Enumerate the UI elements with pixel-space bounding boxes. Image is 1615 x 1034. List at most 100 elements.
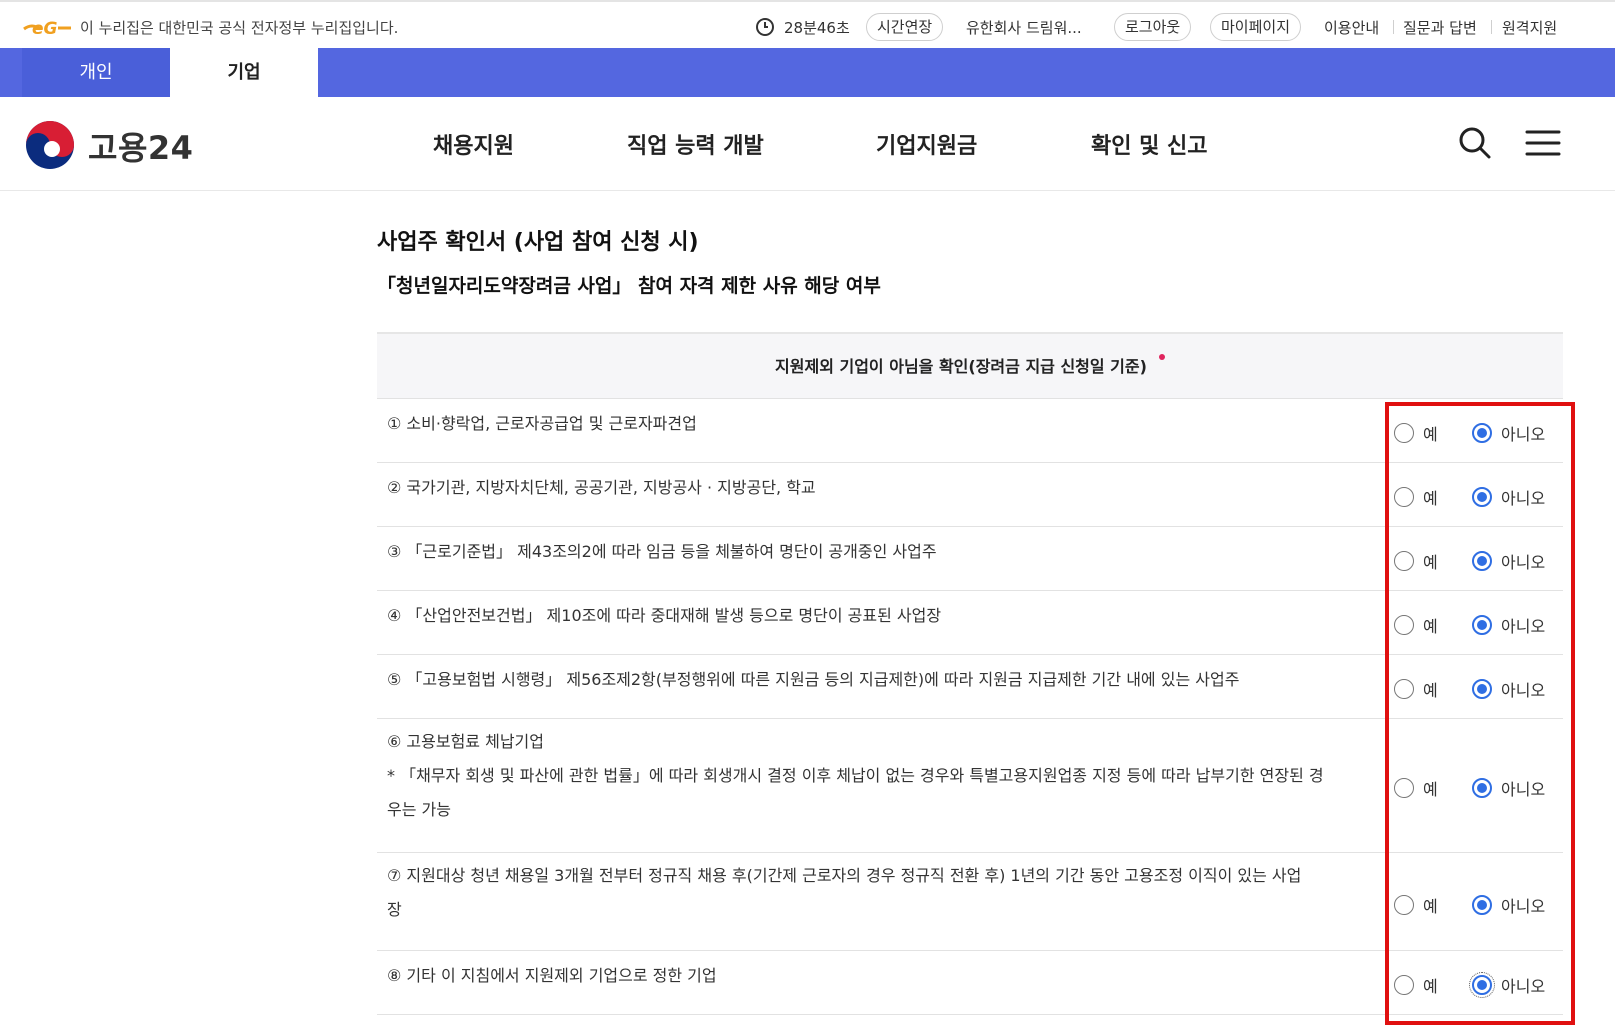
table-row: ⑧ 기타 이 지침에서 지원제외 기업으로 정한 기업 예 아니오	[377, 951, 1563, 1015]
radio-option-no[interactable]: 아니오	[1472, 776, 1545, 800]
search-icon[interactable]	[1455, 123, 1495, 163]
radio-option-no[interactable]: 아니오	[1469, 972, 1546, 998]
timer-text: 28분46초	[784, 18, 850, 37]
page-subtitle: 「청년일자리도약장려금 사업」 참여 자격 제한 사유 해당 여부	[377, 275, 881, 297]
extend-session-button[interactable]: 시간연장	[866, 13, 944, 41]
criterion-text: * 「채무자 회생 및 파산에 관한 법률」에 따라 회생개시 결정 이후 체납…	[387, 766, 1324, 785]
radio-yes-icon[interactable]	[1394, 895, 1414, 915]
session-timer: 28분46초	[755, 13, 850, 41]
utility-bar: eG 이 누리집은 대한민국 공식 전자정부 누리집입니다. 28분46초 시간…	[0, 0, 1615, 48]
criterion-text: ⑤ 「고용보험법 시행령」 제56조제2항(부정행위에 따른 지원금 등의 지급…	[387, 670, 1240, 689]
radio-no-icon[interactable]	[1469, 972, 1495, 998]
table-row: ④ 「산업안전보건법」 제10조에 따라 중대재해 발생 등으로 명단이 공표된…	[377, 591, 1563, 655]
radio-no-label: 아니오	[1501, 489, 1546, 508]
yes-no-radio-group: 예 아니오	[1394, 972, 1546, 998]
radio-yes-icon[interactable]	[1394, 487, 1414, 507]
radio-option-yes[interactable]: 예	[1394, 776, 1472, 800]
radio-option-yes[interactable]: 예	[1394, 677, 1472, 701]
radio-no-label: 아니오	[1501, 780, 1546, 799]
radio-option-yes[interactable]: 예	[1394, 613, 1472, 637]
egov-logo-icon: eG	[23, 19, 71, 39]
table-header: 지원제외 기업이 아님을 확인(장려금 지급 신청일 기준)	[377, 334, 1563, 399]
logout-button[interactable]: 로그아웃	[1114, 13, 1192, 41]
criterion-text: ③ 「근로기준법」 제43조의2에 따라 임금 등을 체불하여 명단이 공개중인…	[387, 542, 937, 561]
radio-no-icon[interactable]	[1472, 615, 1492, 635]
nav-confirm-report[interactable]: 확인 및 신고	[1091, 128, 1208, 160]
radio-no-label: 아니오	[1501, 681, 1546, 700]
radio-option-yes[interactable]: 예	[1394, 549, 1472, 573]
criterion-text: ⑦ 지원대상 청년 채용일 3개월 전부터 정규직 채용 후(기간제 근로자의 …	[387, 866, 1302, 885]
yes-no-radio-group: 예 아니오	[1394, 677, 1545, 701]
table-row: ① 소비·향락업, 근로자공급업 및 근로자파견업 예 아니오	[377, 399, 1563, 463]
radio-yes-icon[interactable]	[1394, 778, 1414, 798]
nav-subsidy[interactable]: 기업지원금	[876, 128, 977, 160]
svg-text:eG: eG	[32, 19, 58, 39]
table-row: ⑦ 지원대상 청년 채용일 3개월 전부터 정규직 채용 후(기간제 근로자의 …	[377, 853, 1563, 951]
criterion-text: ① 소비·향락업, 근로자공급업 및 근로자파견업	[387, 414, 697, 433]
table-body: ① 소비·향락업, 근로자공급업 및 근로자파견업 예 아니오 ② 국가기관, 지방자…	[377, 399, 1563, 1015]
radio-option-yes[interactable]: 예	[1394, 973, 1472, 997]
radio-no-label: 아니오	[1501, 617, 1546, 636]
required-marker	[1158, 354, 1165, 360]
criterion-text: ⑥ 고용보험료 체납기업	[387, 732, 544, 751]
radio-yes-icon[interactable]	[1394, 551, 1414, 571]
page-title: 사업주 확인서 (사업 참여 신청 시)	[377, 230, 699, 255]
radio-no-icon[interactable]	[1472, 423, 1492, 443]
radio-option-no[interactable]: 아니오	[1472, 549, 1545, 573]
tab-personal[interactable]: 개인	[22, 48, 170, 97]
radio-yes-label: 예	[1423, 681, 1438, 700]
radio-yes-icon[interactable]	[1394, 679, 1414, 699]
radio-yes-label: 예	[1423, 553, 1438, 572]
radio-yes-icon[interactable]	[1394, 423, 1414, 443]
radio-yes-label: 예	[1423, 977, 1438, 996]
nav-recruitment[interactable]: 채용지원	[433, 128, 514, 160]
radio-no-icon[interactable]	[1472, 778, 1492, 798]
help-guide-link[interactable]: 이용안내	[1324, 13, 1379, 41]
tab-business[interactable]: 기업	[170, 48, 318, 97]
radio-yes-label: 예	[1423, 897, 1438, 916]
yes-no-radio-group: 예 아니오	[1394, 613, 1545, 637]
criterion-text: 우는 가능	[387, 800, 451, 819]
divider	[1491, 20, 1492, 34]
radio-option-no[interactable]: 아니오	[1472, 485, 1545, 509]
criterion-text: ② 국가기관, 지방자치단체, 공공기관, 지방공사 · 지방공단, 학교	[387, 478, 816, 497]
radio-no-label: 아니오	[1501, 425, 1546, 444]
radio-no-icon[interactable]	[1472, 487, 1492, 507]
criterion-text: ⑧ 기타 이 지침에서 지원제외 기업으로 정한 기업	[387, 966, 717, 985]
mypage-button[interactable]: 마이페이지	[1210, 13, 1302, 41]
radio-option-no[interactable]: 아니오	[1472, 613, 1545, 637]
radio-option-yes[interactable]: 예	[1394, 421, 1472, 445]
radio-no-label: 아니오	[1501, 553, 1546, 572]
menu-icon[interactable]	[1523, 123, 1563, 163]
radio-option-no[interactable]: 아니오	[1472, 893, 1545, 917]
radio-yes-icon[interactable]	[1394, 615, 1414, 635]
radio-option-yes[interactable]: 예	[1394, 485, 1472, 509]
divider	[1393, 20, 1394, 34]
radio-no-label: 아니오	[1501, 977, 1546, 996]
radio-yes-label: 예	[1423, 425, 1438, 444]
yes-no-radio-group: 예 아니오	[1394, 421, 1545, 445]
radio-no-icon[interactable]	[1472, 895, 1492, 915]
radio-option-no[interactable]: 아니오	[1472, 677, 1545, 701]
company-name-link[interactable]: 유한회사 드림워...	[966, 13, 1082, 41]
user-type-tabbar: 개인 기업	[0, 48, 1615, 97]
taegeuk-logo-icon[interactable]	[24, 119, 76, 171]
qna-link[interactable]: 질문과 답변	[1403, 13, 1477, 41]
radio-no-label: 아니오	[1501, 897, 1546, 916]
radio-no-icon[interactable]	[1472, 551, 1492, 571]
radio-yes-label: 예	[1423, 617, 1438, 636]
criterion-text: ④ 「산업안전보건법」 제10조에 따라 중대재해 발생 등으로 명단이 공표된…	[387, 606, 942, 625]
radio-yes-label: 예	[1423, 780, 1438, 799]
main-header: 고용24 채용지원 직업 능력 개발 기업지원금 확인 및 신고	[0, 97, 1615, 191]
table-row: ③ 「근로기준법」 제43조의2에 따라 임금 등을 체불하여 명단이 공개중인…	[377, 527, 1563, 591]
radio-option-no[interactable]: 아니오	[1472, 421, 1545, 445]
radio-no-icon[interactable]	[1472, 679, 1492, 699]
nav-job-skills[interactable]: 직업 능력 개발	[627, 128, 764, 160]
criterion-text: 장	[387, 900, 402, 919]
yes-no-radio-group: 예 아니오	[1394, 893, 1545, 917]
remote-support-link[interactable]: 원격지원	[1502, 13, 1557, 41]
radio-yes-icon[interactable]	[1394, 975, 1414, 995]
site-logo-text[interactable]: 고용24	[88, 123, 193, 169]
yes-no-radio-group: 예 아니오	[1394, 776, 1545, 800]
radio-option-yes[interactable]: 예	[1394, 893, 1472, 917]
